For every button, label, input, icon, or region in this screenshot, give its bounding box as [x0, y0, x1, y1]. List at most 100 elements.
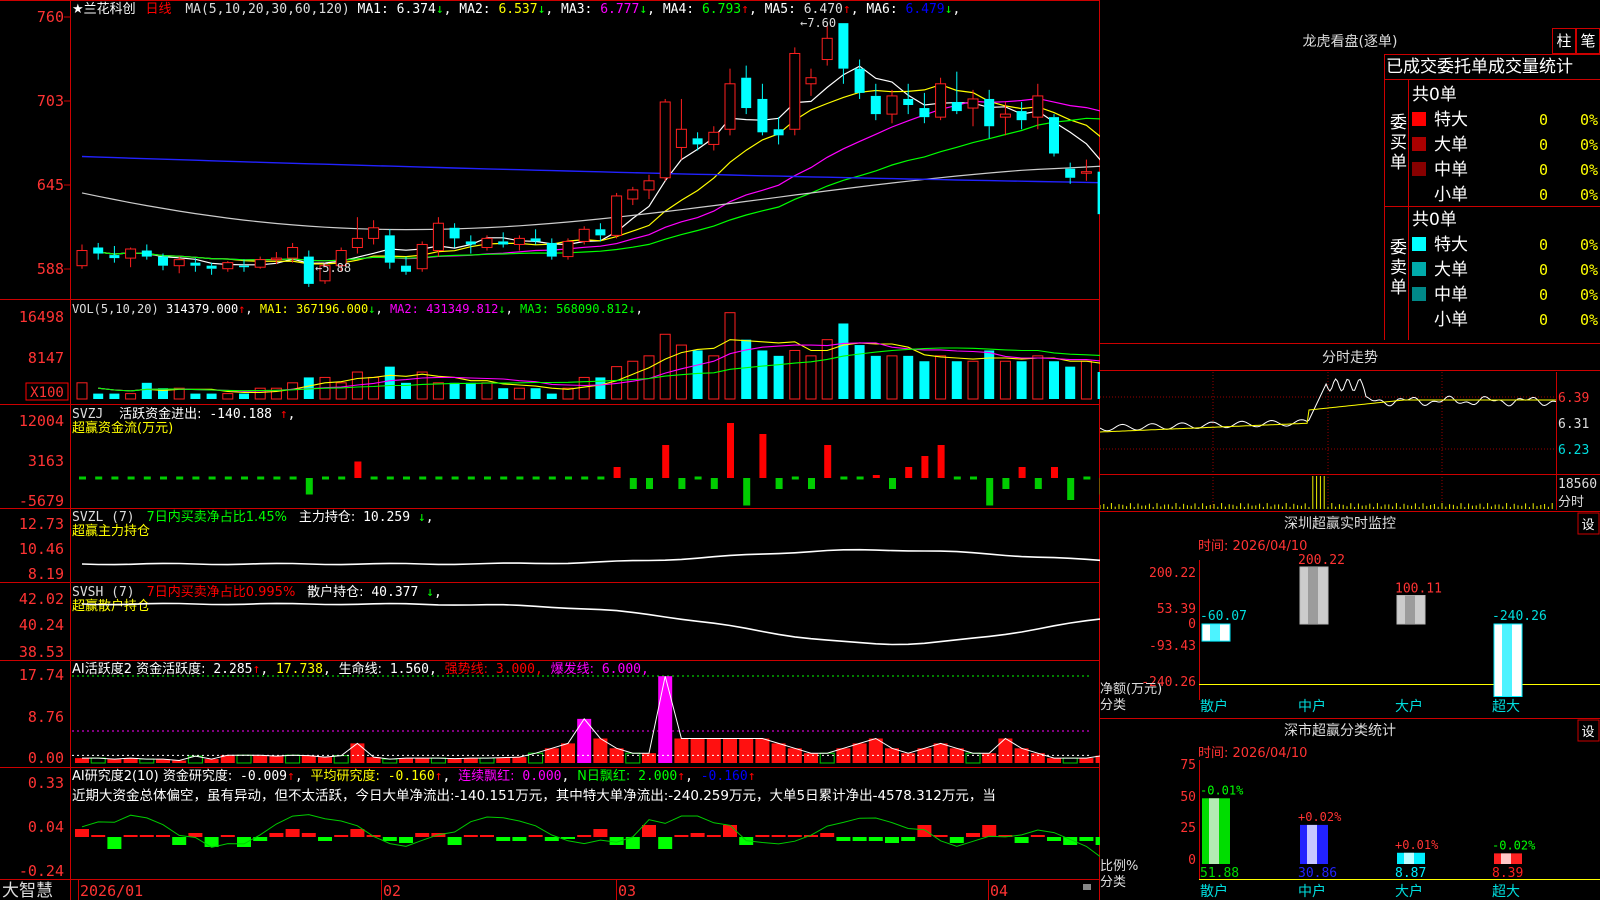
- ma-value: 6.470: [804, 2, 843, 17]
- candle: [465, 235, 476, 254]
- vol-arrow: ↓: [628, 302, 635, 316]
- ai1-bar: [804, 753, 818, 763]
- separator: ,: [851, 2, 859, 17]
- ai1-burst-label: 爆发线:: [551, 661, 594, 677]
- svzj-bar: [727, 423, 734, 478]
- svzj-bar: [1034, 478, 1042, 489]
- svzj-bar: [953, 476, 961, 480]
- candle-body: [239, 265, 249, 268]
- candle: [578, 226, 590, 245]
- svzl-header: SVZL (7) 7日内买卖净占比1.45% 主力持仓: 10.259 ↓,: [72, 509, 434, 525]
- candle-body: [254, 259, 266, 268]
- candle: [708, 126, 720, 151]
- ai1-bar: [787, 748, 802, 763]
- volume-bar: [692, 350, 703, 399]
- svzl-tick: 12.73: [19, 515, 64, 533]
- ai2-v1: -0.009: [240, 769, 287, 784]
- svsh-axis: 42.02 40.24 38.53: [19, 590, 64, 661]
- ai1-bar: [204, 759, 219, 763]
- bar-view-button[interactable]: 柱: [1552, 28, 1576, 54]
- volume-bar: [141, 382, 152, 399]
- vol-name: MA1:: [253, 302, 289, 316]
- ai1-bar: [269, 756, 284, 763]
- ai2-tick: 0.33: [28, 774, 64, 792]
- volume-bar: [190, 393, 201, 399]
- lock-icon[interactable]: [1083, 884, 1091, 890]
- svzj-bar: [111, 476, 119, 480]
- volume-bar: [125, 393, 137, 400]
- svzj-bar: [257, 476, 265, 480]
- ai2-bar: [755, 835, 770, 837]
- candle-body: [870, 95, 881, 115]
- candle-body: [789, 52, 801, 130]
- sz-axis: 200.22 53.39 0 -93.43 -240.26: [1141, 566, 1196, 690]
- candle-body: [643, 180, 655, 191]
- ai2-bar: [852, 837, 867, 841]
- sz-tick: 53.39: [1157, 602, 1196, 617]
- fl-bar-shade: [1501, 853, 1511, 864]
- lhb-sell-section: 委卖单 共0单特大 0 0% 大单 0 0% 中单 0 0% 小单 0 0%: [1390, 210, 1598, 330]
- svsh-label: 散户持仓:: [307, 584, 363, 600]
- lhb-row-label: 特大: [1434, 235, 1468, 255]
- vol-value: 568090.812: [549, 302, 628, 316]
- fs-tick: 6.31: [1558, 417, 1589, 432]
- svzj-bar: [224, 476, 232, 480]
- date-tick: 2026/01: [80, 882, 143, 900]
- svzl-axis: 12.73 10.46 8.19: [19, 515, 64, 583]
- panel-frames: [0, 0, 1100, 900]
- candle: [611, 192, 623, 239]
- candle-body: [724, 83, 736, 130]
- candle: [239, 259, 249, 272]
- lhb-swatch: [1412, 237, 1426, 251]
- candle: [351, 217, 363, 254]
- lhb-swatch: [1412, 312, 1426, 326]
- ai1-bar: [544, 748, 559, 763]
- candle: [984, 89, 995, 139]
- svzj-bar: [986, 478, 994, 506]
- vol-tick: 16498: [19, 308, 64, 326]
- ai2-bar: [399, 837, 413, 843]
- candle-body: [951, 101, 962, 112]
- ai1-bar: [625, 752, 641, 764]
- ai1-bar: [609, 748, 624, 763]
- ai1-bar: [479, 757, 495, 764]
- date-axis-ticks: [78, 880, 989, 900]
- price-tick: 588: [37, 260, 64, 278]
- svzj-bar: [370, 476, 378, 480]
- candle: [546, 238, 557, 260]
- main-chart-area[interactable]: ★兰花科创 日线 MA(5,10,20,30,60,120) MA1: 6.37…: [0, 0, 1100, 900]
- candle-body: [595, 229, 606, 236]
- price-tick: 703: [37, 92, 64, 110]
- ai1-bar: [1079, 758, 1094, 763]
- candle-body: [481, 237, 493, 248]
- candle: [206, 262, 217, 275]
- svzj-bar: [840, 476, 848, 480]
- sz-bar-label: 200.22: [1298, 553, 1345, 568]
- svzj-tick: 12004: [19, 412, 64, 430]
- sz-categories: 散户 中户 大户 超大: [1200, 698, 1520, 715]
- volume-bar: [416, 371, 428, 400]
- svzj-bar: [856, 476, 864, 480]
- svzl-line: [81, 548, 1100, 566]
- candle: [675, 98, 687, 160]
- fs-tick: 6.23: [1558, 443, 1589, 458]
- ai2-bar: [787, 835, 802, 837]
- ai2-bar: [463, 835, 478, 837]
- candle: [1065, 162, 1076, 184]
- ai2-bar: [220, 835, 235, 837]
- svzj-bar: [548, 476, 556, 480]
- date-axis: 2026/01 02 03 04: [80, 882, 1008, 900]
- candle-body: [675, 128, 687, 148]
- candle-body: [692, 138, 703, 145]
- tick-view-button[interactable]: 笔: [1576, 28, 1600, 54]
- ai1-tick: 17.74: [19, 666, 64, 684]
- sz-time: 时间: 2026/04/10: [1198, 539, 1307, 554]
- volume-bar: [206, 393, 217, 399]
- candle: [498, 232, 509, 248]
- svzj-bar: [678, 478, 686, 489]
- svzj-bar: [694, 476, 702, 480]
- vol-arrow: ↑: [238, 302, 245, 316]
- candle-body: [465, 241, 476, 245]
- lhb-swatch: [1412, 287, 1426, 301]
- svzj-bar: [1083, 476, 1091, 480]
